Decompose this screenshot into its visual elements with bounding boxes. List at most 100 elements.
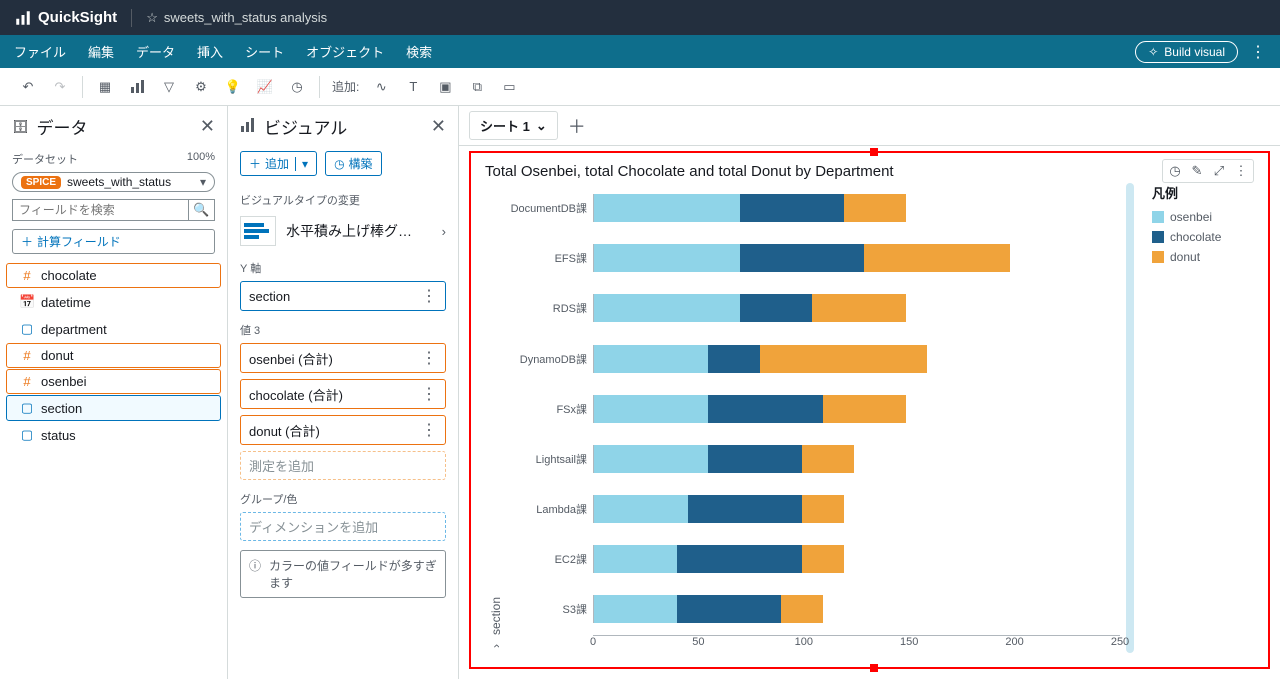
field-donut[interactable]: #donut (6, 343, 221, 368)
value-well-donut[interactable]: donut (合計)⋮ (240, 415, 446, 445)
add-text-icon[interactable]: T (399, 73, 427, 101)
dataset-selector[interactable]: SPICE sweets_with_status ▾ (12, 172, 215, 192)
expand-axis-icon[interactable]: › (489, 644, 503, 648)
data-panel: 🗄 データ ✕ データセット 100% SPICE sweets_with_st… (0, 106, 228, 679)
menu-sheet[interactable]: シート (245, 42, 284, 61)
divider (131, 9, 132, 27)
chart-icon[interactable] (123, 73, 151, 101)
chart-type-label: ビジュアルタイプの変更 (228, 184, 458, 210)
field-menu-icon[interactable]: ⋮ (421, 420, 437, 440)
add-line-icon[interactable]: ∿ (367, 73, 395, 101)
field-chocolate[interactable]: #chocolate (6, 263, 221, 288)
visual-heading: ビジュアル (264, 114, 423, 139)
chart-scrollbar[interactable] (1126, 183, 1134, 653)
expand-icon[interactable]: ⤢ (1209, 162, 1229, 180)
info-too-many-colors: ⓘ カラーの値フィールドが多すぎます (240, 550, 446, 598)
chart-type-selector[interactable]: 水平積み上げ棒グ… › (228, 210, 458, 252)
bar-row[interactable]: S3課 (503, 584, 1114, 634)
build-visual-button[interactable]: ◷ 構築 (325, 151, 382, 176)
menu-insert[interactable]: 挿入 (197, 42, 223, 61)
search-icon[interactable]: 🔍 (188, 200, 214, 220)
field-menu-icon[interactable]: ⋮ (421, 286, 437, 306)
parameter-icon[interactable]: ⚙ (187, 73, 215, 101)
values-label: 値 3 (228, 314, 458, 340)
clock-icon[interactable]: ◷ (283, 73, 311, 101)
search-input[interactable] (13, 200, 188, 220)
add-iframe-icon[interactable]: ▭ (495, 73, 523, 101)
value-well-osenbei[interactable]: osenbei (合計)⋮ (240, 343, 446, 373)
refresh-icon[interactable]: ◷ (1165, 162, 1185, 180)
field-section[interactable]: ▢section (6, 395, 221, 421)
dataset-pct: 100% (187, 151, 215, 167)
add-label: 追加: (332, 78, 359, 95)
bar-row[interactable]: DocumentDB課 (503, 183, 1114, 233)
info-icon: ⓘ (249, 557, 261, 591)
value-well-chocolate[interactable]: chocolate (合計)⋮ (240, 379, 446, 409)
close-icon[interactable]: ✕ (431, 116, 446, 137)
spice-tag: SPICE (21, 176, 61, 189)
y-axis-label: ›section (485, 183, 503, 653)
visual-panel: ビジュアル ✕ ＋ 追加 ▾ ◷ 構築 ビジュアルタイプの変更 水平積み上げ棒グ… (228, 106, 459, 679)
menubar: ファイル 編集 データ 挿入 シート オブジェクト 検索 ✧ Build vis… (0, 35, 1280, 68)
legend-item-donut[interactable]: donut (1152, 250, 1254, 264)
chart-title: Total Osenbei, total Chocolate and total… (485, 163, 894, 180)
sparkle-icon: ✧ (1148, 45, 1158, 59)
legend-item-osenbei[interactable]: osenbei (1152, 210, 1254, 224)
undo-button[interactable]: ↶ (14, 73, 42, 101)
field-menu-icon[interactable]: ⋮ (421, 384, 437, 404)
analysis-title[interactable]: ☆ sweets_with_status analysis (146, 10, 327, 26)
toolbar: ↶ ↷ ▦ ▽ ⚙ 💡 📈 ◷ 追加: ∿ T ▣ ⧉ ▭ (0, 68, 1280, 106)
group-label: グループ/色 (228, 483, 458, 509)
add-control-icon[interactable]: ⧉ (463, 73, 491, 101)
visual-toolbar: ◷ ✎ ⤢ ⋮ (1162, 159, 1254, 183)
bar-row[interactable]: EC2課 (503, 534, 1114, 584)
idea-icon[interactable]: 💡 (219, 73, 247, 101)
sheet-tab[interactable]: シート 1 ⌄ (469, 111, 558, 140)
menu-search[interactable]: 検索 (406, 42, 432, 61)
bar-row[interactable]: DynamoDB課 (503, 334, 1114, 384)
quicksight-icon (14, 9, 32, 27)
bar-row[interactable]: RDS課 (503, 283, 1114, 333)
field-osenbei[interactable]: #osenbei (6, 369, 221, 394)
more-icon[interactable]: ⋮ (1231, 162, 1251, 180)
menu-object[interactable]: オブジェクト (306, 42, 384, 61)
more-menu-icon[interactable]: ⋮ (1250, 42, 1266, 62)
visual-card[interactable]: Total Osenbei, total Chocolate and total… (469, 151, 1270, 669)
redo-button[interactable]: ↷ (46, 73, 74, 101)
chevron-right-icon: › (442, 224, 446, 239)
add-measure-well[interactable]: 測定を追加 (240, 451, 446, 480)
y-axis-well[interactable]: section⋮ (240, 281, 446, 311)
menu-file[interactable]: ファイル (14, 42, 66, 61)
field-status[interactable]: ▢status (6, 422, 221, 448)
field-department[interactable]: ▢department (6, 316, 221, 342)
chevron-down-icon: ▾ (200, 175, 206, 189)
bar-row[interactable]: Lightsail課 (503, 434, 1114, 484)
add-visual-button[interactable]: ＋ 追加 ▾ (240, 151, 317, 176)
close-icon[interactable]: ✕ (200, 116, 215, 137)
calc-field-button[interactable]: ＋ 計算フィールド (12, 229, 215, 254)
plus-icon: ＋ (21, 233, 33, 250)
visual-icon (240, 117, 256, 136)
add-sheet-button[interactable]: ＋ (568, 113, 586, 139)
y-axis-label: Y 軸 (228, 252, 458, 278)
chevron-down-icon[interactable]: ⌄ (536, 118, 547, 134)
field-search[interactable]: 🔍 (12, 199, 215, 221)
build-visual-button[interactable]: ✧ Build visual (1135, 41, 1238, 63)
bar-row[interactable]: FSx課 (503, 384, 1114, 434)
field-datetime[interactable]: 📅datetime (6, 289, 221, 315)
analyse-icon[interactable]: 📈 (251, 73, 279, 101)
add-dimension-well[interactable]: ディメンションを追加 (240, 512, 446, 541)
menu-data[interactable]: データ (136, 42, 175, 61)
legend-item-chocolate[interactable]: chocolate (1152, 230, 1254, 244)
quicksight-logo: QuickSight (14, 9, 117, 27)
add-image-icon[interactable]: ▣ (431, 73, 459, 101)
dataset-label: データセット (12, 151, 78, 167)
bar-row[interactable]: EFS課 (503, 233, 1114, 283)
pencil-icon[interactable]: ✎ (1187, 162, 1207, 180)
field-menu-icon[interactable]: ⋮ (421, 348, 437, 368)
bar-row[interactable]: Lambda課 (503, 484, 1114, 534)
star-icon[interactable]: ☆ (146, 10, 158, 26)
sheet-icon[interactable]: ▦ (91, 73, 119, 101)
filter-icon[interactable]: ▽ (155, 73, 183, 101)
menu-edit[interactable]: 編集 (88, 42, 114, 61)
